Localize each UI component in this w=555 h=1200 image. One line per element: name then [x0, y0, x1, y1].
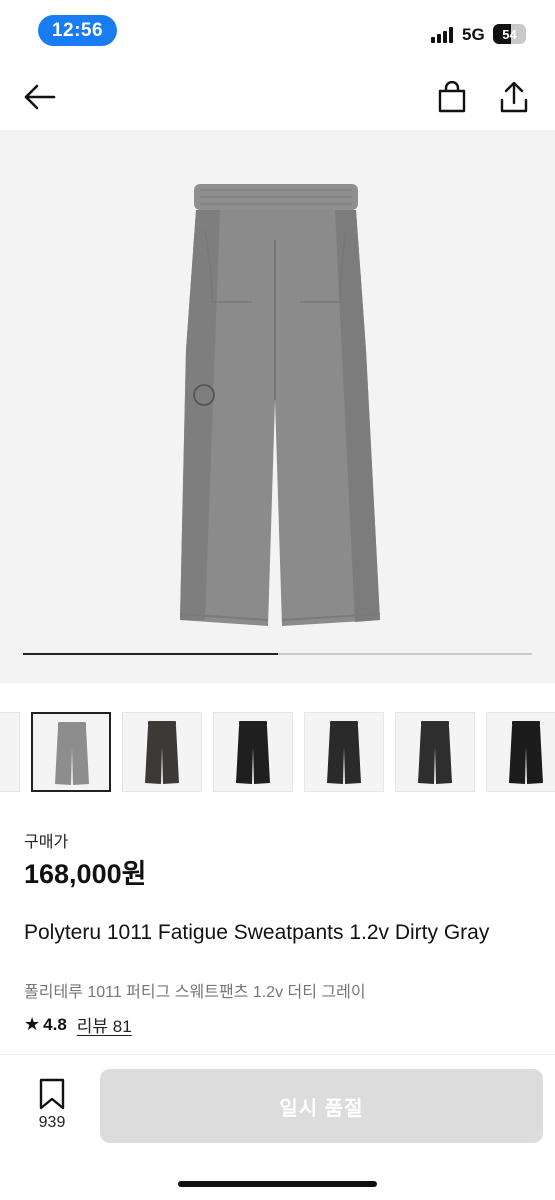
share-button[interactable]	[492, 75, 536, 119]
thumbnail-image	[55, 722, 89, 785]
product-title-korean: 폴리테루 1011 퍼티그 스웨트팬츠 1.2v 더티 그레이	[24, 984, 366, 1001]
thumbnail-item[interactable]	[122, 712, 202, 792]
shopping-bag-icon	[438, 81, 466, 113]
status-bar: 12:56 5G 54	[0, 0, 555, 62]
sold-out-button[interactable]: 일시 품절	[100, 1069, 543, 1143]
product-image-gallery[interactable]	[0, 130, 555, 683]
thumbnail-image	[0, 713, 19, 791]
thumbnail-item[interactable]	[486, 712, 555, 792]
network-type: 5G	[462, 25, 485, 44]
rating-value: 4.8	[43, 1014, 67, 1034]
share-icon	[500, 81, 528, 113]
thumbnail-image	[418, 721, 452, 784]
star-icon: ★	[24, 1014, 41, 1034]
status-time: 12:56	[38, 15, 117, 46]
bookmark-icon	[39, 1078, 65, 1110]
battery-level: 54	[502, 26, 517, 42]
thumbnail-item[interactable]	[213, 712, 293, 792]
arrow-left-icon	[24, 84, 56, 110]
signal-icon	[431, 27, 456, 43]
bookmark-button[interactable]: 939	[30, 1078, 74, 1134]
gallery-progress-fill	[23, 653, 278, 655]
top-nav	[0, 62, 555, 130]
thumbnail-image	[509, 721, 543, 784]
product-title-english: Polyteru 1011 Fatigue Sweatpants 1.2v Di…	[24, 921, 490, 944]
thumbnail-item[interactable]	[304, 712, 384, 792]
thumbnail-image	[145, 721, 179, 784]
thumbnail-item[interactable]	[395, 712, 475, 792]
reviews-link[interactable]: 리뷰 81	[77, 1012, 132, 1037]
thumbnail-image	[236, 721, 270, 784]
thumbnail-item[interactable]	[0, 712, 20, 792]
thumbnail-strip	[0, 712, 555, 792]
home-indicator	[178, 1181, 377, 1187]
back-button[interactable]	[17, 75, 61, 119]
rating-row: ★ 4.8 리뷰 81	[24, 1012, 132, 1037]
thumbnail-item[interactable]	[31, 712, 111, 792]
shopping-bag-button[interactable]	[430, 75, 474, 119]
price-label: 구매가	[24, 834, 69, 851]
thumbnail-image	[327, 721, 361, 784]
bookmark-count: 939	[38, 1114, 66, 1131]
divider	[0, 1054, 555, 1055]
product-image	[179, 184, 381, 626]
battery-icon: 54	[493, 24, 526, 44]
gallery-progress-track	[23, 653, 532, 655]
product-price: 168,000원	[24, 859, 147, 889]
